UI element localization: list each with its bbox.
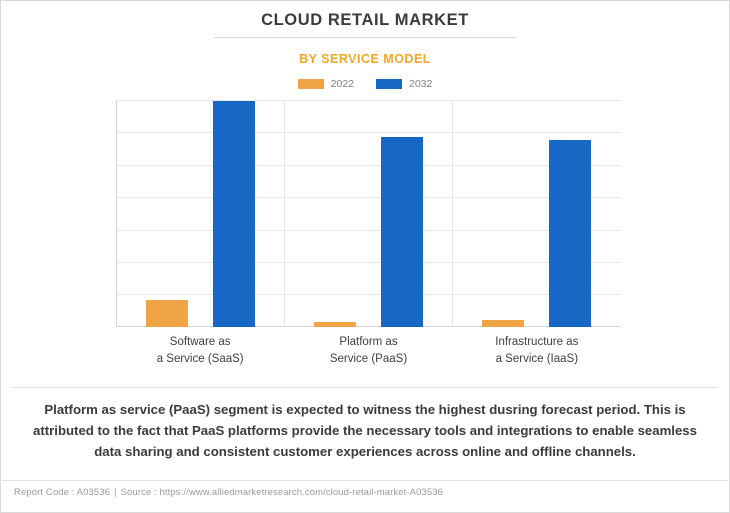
x-axis-label-saas-line2: a Service (SaaS): [156, 353, 244, 365]
source-url: Source : https://www.alliedmarketresearc…: [120, 487, 444, 498]
legend-label-2022: 2022: [330, 78, 354, 90]
chart-subtitle: BY SERVICE MODEL: [299, 52, 431, 66]
x-axis-label-iaas-line1: Infrastructure as: [495, 336, 579, 348]
x-axis-label-paas-line2: Service (PaaS): [329, 353, 408, 365]
bar-group-iaas: [453, 100, 621, 327]
plot-area: [116, 100, 621, 327]
bars-container: [116, 100, 621, 327]
x-axis-label-saas-line1: Software as: [169, 336, 231, 348]
bar-paas-2022[interactable]: [313, 322, 356, 327]
x-axis-label-iaas: Infrastructure as a Service (IaaS): [453, 331, 621, 375]
chart-caption: Platform as service (PaaS) segment is ex…: [33, 402, 697, 459]
legend-item-2032: 2032: [376, 79, 432, 90]
legend-swatch-icon-2032: [376, 79, 402, 90]
x-axis-label-saas: Software as a Service (SaaS): [116, 331, 284, 375]
x-axis-label-paas-line1: Platform as: [339, 336, 398, 348]
bar-paas-2032[interactable]: [380, 136, 423, 327]
bar-iaas-2022[interactable]: [482, 319, 525, 327]
x-axis-label-iaas-line2: a Service (IaaS): [495, 353, 579, 365]
legend-label-2032: 2032: [409, 78, 433, 90]
footer-divider: [2, 480, 728, 481]
bar-group-paas: [284, 100, 452, 327]
page-title: CLOUD RETAIL MARKET: [261, 11, 469, 29]
legend-swatch-icon-2022: [297, 79, 324, 90]
bar-group-saas: [116, 100, 284, 327]
bar-saas-2022[interactable]: [145, 299, 188, 327]
footer: Report Code : A03536 | Source : https://ww…: [14, 487, 443, 498]
report-code: Report Code : A03536: [14, 487, 111, 498]
caption-divider: [13, 387, 717, 388]
bar-iaas-2032[interactable]: [549, 139, 592, 327]
x-axis-label-paas: Platform as Service (PaaS): [284, 331, 452, 375]
legend-item-2022: 2022: [297, 78, 354, 90]
x-axis-labels: Software as a Service (SaaS) Platform as…: [116, 331, 621, 375]
bar-saas-2032[interactable]: [212, 100, 255, 327]
title-divider: [214, 37, 517, 38]
chart-infographic: CLOUD RETAIL MARKET BY SERVICE MODEL 202…: [0, 0, 730, 513]
chart-legend: 2022 2032: [1, 79, 729, 90]
footer-separator: |: [114, 487, 117, 498]
